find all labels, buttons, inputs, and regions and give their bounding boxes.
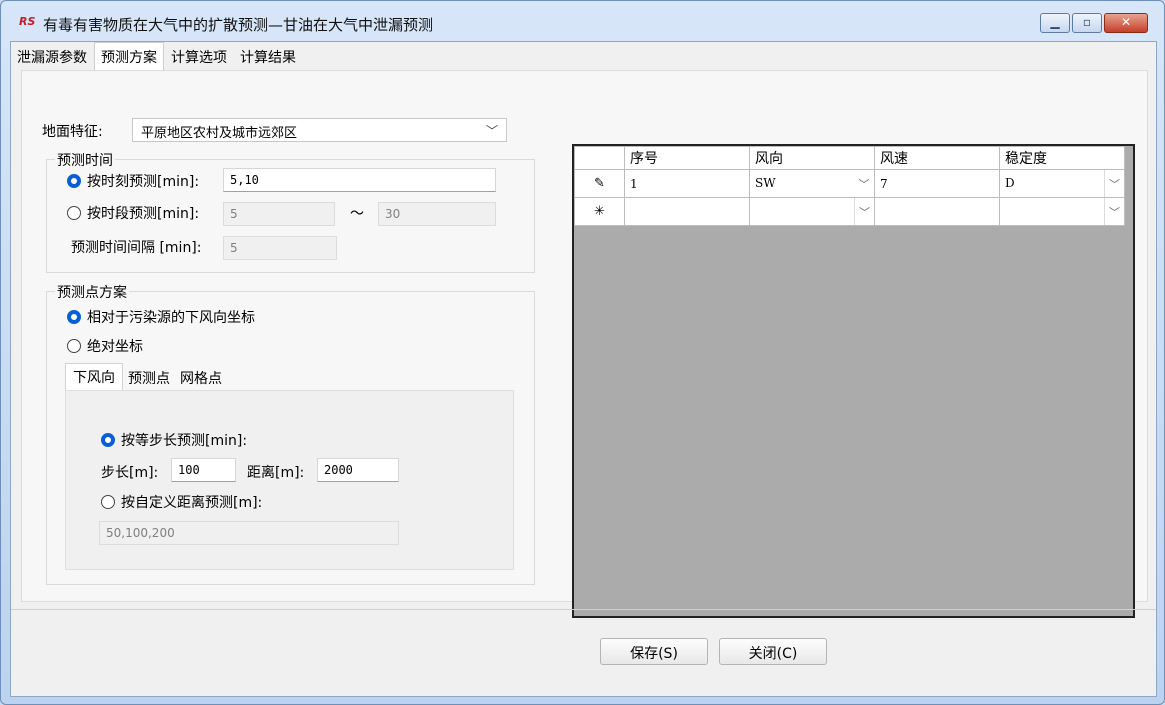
tab-source-params[interactable]: 泄漏源参数 bbox=[11, 44, 93, 70]
save-button[interactable]: 保存(S) bbox=[600, 638, 708, 665]
subtab-predict-points[interactable]: 预测点 bbox=[123, 366, 175, 390]
cell-no[interactable]: 1 bbox=[624, 169, 750, 198]
cell-direction[interactable]: ﹀ bbox=[749, 197, 875, 226]
subtab-grid-points[interactable]: 网格点 bbox=[175, 366, 227, 390]
app-window: RS 有毒有害物质在大气中的扩散预测—甘油在大气中泄漏预测 ▁ ▫ ✕ 泄漏源参… bbox=[0, 0, 1165, 705]
chevron-down-icon[interactable]: ﹀ bbox=[854, 170, 874, 197]
by-period-label: 按时段预测[min]: bbox=[87, 206, 200, 222]
ground-select[interactable]: 平原地区农村及城市远郊区 ﹀ bbox=[132, 118, 507, 142]
table-row-new: ✳ ﹀ ﹀ bbox=[574, 197, 1125, 226]
cell-direction-value: SW bbox=[755, 176, 776, 190]
title-bar: RS 有毒有害物质在大气中的扩散预测—甘油在大气中泄漏预测 ▁ ▫ ✕ bbox=[1, 1, 1164, 41]
close-icon: ✕ bbox=[1120, 15, 1132, 29]
radio-relative[interactable] bbox=[67, 310, 81, 324]
interval-input[interactable]: 5 bbox=[223, 236, 337, 260]
tab-prediction-plan[interactable]: 预测方案 bbox=[94, 42, 164, 70]
main-tabs: 泄漏源参数 预测方案 计算选项 计算结果 bbox=[11, 42, 303, 70]
predict-time-group: 预测时间 按时刻预测[min]: 5,10 按时段预测[min]: 5 ～ 30… bbox=[46, 150, 535, 273]
table-row: ✎ 1 SW ﹀ 7 D ﹀ bbox=[574, 169, 1125, 198]
chevron-down-icon[interactable]: ﹀ bbox=[1104, 170, 1124, 197]
window-title: 有毒有害物质在大气中的扩散预测—甘油在大气中泄漏预测 bbox=[43, 16, 434, 34]
cell-stability[interactable]: D ﹀ bbox=[999, 169, 1125, 198]
tab-calc-options[interactable]: 计算选项 bbox=[165, 44, 233, 70]
radio-custom[interactable] bbox=[101, 495, 115, 509]
maximize-button[interactable]: ▫ bbox=[1072, 13, 1102, 33]
maximize-icon: ▫ bbox=[1082, 15, 1092, 29]
custom-distance-input[interactable]: 50,100,200 bbox=[99, 521, 399, 545]
period-tilde: ～ bbox=[350, 206, 364, 222]
step-input[interactable]: 100 bbox=[171, 458, 236, 482]
distance-label: 距离[m]: bbox=[247, 465, 305, 481]
tab-calc-results[interactable]: 计算结果 bbox=[234, 44, 302, 70]
col-header-speed[interactable]: 风速 bbox=[874, 146, 1000, 170]
chevron-down-icon[interactable]: ﹀ bbox=[854, 198, 874, 225]
period-from-input[interactable]: 5 bbox=[223, 202, 335, 226]
table-header-row: 序号 风向 风速 稳定度 bbox=[574, 146, 1125, 170]
minimize-icon: ▁ bbox=[1050, 15, 1060, 29]
chevron-down-icon[interactable]: ﹀ bbox=[1104, 198, 1124, 225]
corner-cell bbox=[574, 146, 625, 170]
step-label: 步长[m]: bbox=[101, 465, 159, 481]
predict-points-title: 预测点方案 bbox=[55, 282, 129, 302]
window-controls: ▁ ▫ ✕ bbox=[1038, 13, 1148, 33]
col-header-direction[interactable]: 风向 bbox=[749, 146, 875, 170]
equal-step-label: 按等步长预测[min]: bbox=[121, 433, 248, 449]
prediction-plan-page: 地面特征: 平原地区农村及城市远郊区 ﹀ 预测时间 按时刻预测[min]: 5,… bbox=[21, 70, 1148, 618]
by-moment-input[interactable]: 5,10 bbox=[223, 168, 496, 192]
cell-speed[interactable]: 7 bbox=[874, 169, 1000, 198]
radio-equal-step[interactable] bbox=[101, 433, 115, 447]
col-header-stability[interactable]: 稳定度 bbox=[999, 146, 1125, 170]
predict-points-group: 预测点方案 相对于污染源的下风向坐标 绝对坐标 下风向 预测点 网格点 按等步长… bbox=[46, 282, 535, 585]
downwind-page: 按等步长预测[min]: 步长[m]: 100 距离[m]: 2000 按自定义… bbox=[65, 390, 514, 570]
cell-speed[interactable] bbox=[874, 197, 1000, 226]
footer-divider bbox=[11, 609, 1156, 610]
by-moment-label: 按时刻预测[min]: bbox=[87, 174, 200, 190]
minimize-button[interactable]: ▁ bbox=[1040, 13, 1070, 33]
cell-stability[interactable]: ﹀ bbox=[999, 197, 1125, 226]
weather-table: 序号 风向 风速 稳定度 ✎ 1 SW ﹀ 7 D ﹀ ✳ ﹀ ﹀ bbox=[574, 146, 1125, 226]
col-header-no[interactable]: 序号 bbox=[624, 146, 750, 170]
period-to-input[interactable]: 30 bbox=[378, 202, 496, 226]
radio-by-period[interactable] bbox=[67, 206, 81, 220]
absolute-label: 绝对坐标 bbox=[87, 339, 143, 355]
edit-row-icon[interactable]: ✎ bbox=[574, 169, 625, 198]
ground-label: 地面特征: bbox=[42, 124, 103, 140]
new-row-icon[interactable]: ✳ bbox=[574, 197, 625, 226]
close-button[interactable]: 关闭(C) bbox=[719, 638, 827, 665]
relative-label: 相对于污染源的下风向坐标 bbox=[87, 310, 255, 326]
subtab-downwind[interactable]: 下风向 bbox=[65, 363, 123, 390]
predict-time-title: 预测时间 bbox=[55, 150, 115, 170]
weather-grid: 序号 风向 风速 稳定度 ✎ 1 SW ﹀ 7 D ﹀ ✳ ﹀ ﹀ bbox=[572, 144, 1135, 618]
chevron-down-icon: ﹀ bbox=[485, 124, 498, 138]
radio-by-moment[interactable] bbox=[67, 174, 81, 188]
close-window-button[interactable]: ✕ bbox=[1104, 13, 1148, 33]
app-logo-icon: RS bbox=[19, 15, 36, 28]
custom-label: 按自定义距离预测[m]: bbox=[121, 495, 263, 511]
radio-absolute[interactable] bbox=[67, 339, 81, 353]
client-area: 泄漏源参数 预测方案 计算选项 计算结果 地面特征: 平原地区农村及城市远郊区 … bbox=[10, 41, 1157, 697]
cell-stability-value: D bbox=[1005, 176, 1015, 190]
ground-select-value: 平原地区农村及城市远郊区 bbox=[141, 126, 298, 141]
cell-no[interactable] bbox=[624, 197, 750, 226]
sub-tabs: 下风向 预测点 网格点 bbox=[65, 363, 227, 390]
interval-label: 预测时间间隔 [min]: bbox=[71, 240, 202, 256]
cell-direction[interactable]: SW ﹀ bbox=[749, 169, 875, 198]
distance-input[interactable]: 2000 bbox=[317, 458, 399, 482]
